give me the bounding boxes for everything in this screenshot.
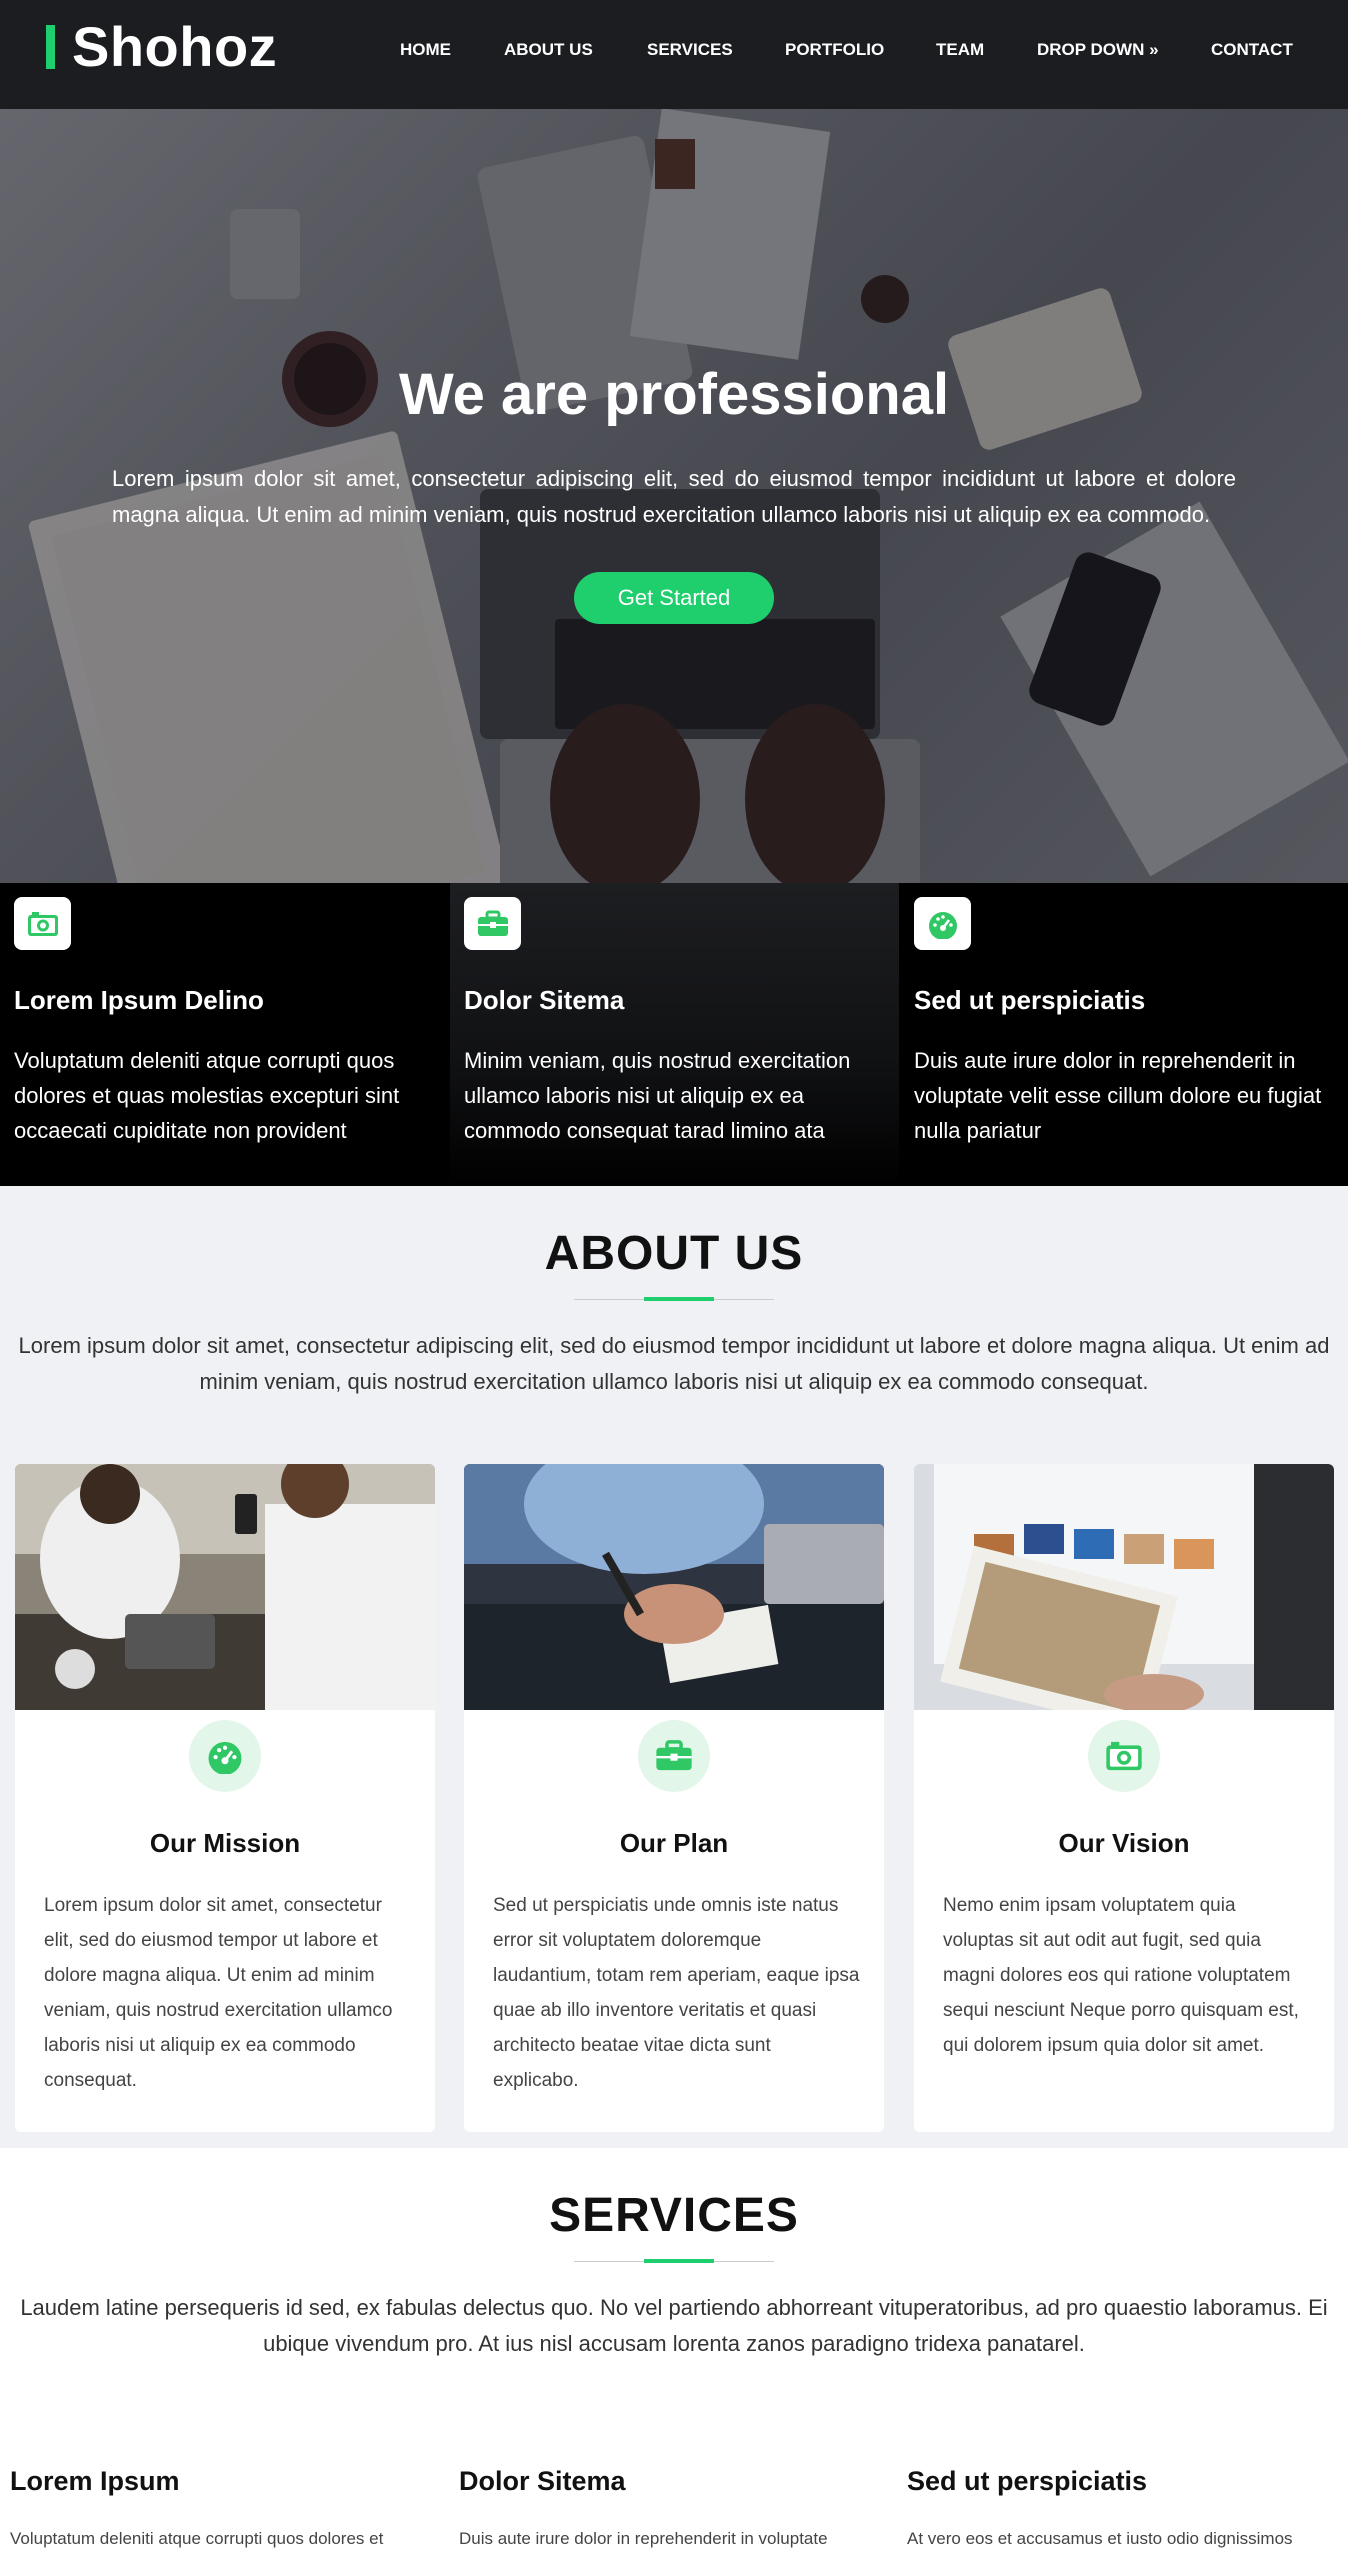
about-card: Our Plan Sed ut perspiciatis unde omnis … <box>464 1464 884 2132</box>
service-title: Dolor Sitema <box>459 2466 626 2496</box>
feature-text: Voluptatum deleniti atque corrupti quos … <box>14 1048 400 1143</box>
plan-image <box>464 1464 884 1710</box>
mission-image <box>15 1464 435 1710</box>
card-title: Our Plan <box>619 1828 729 1858</box>
service-title: Lorem Ipsum <box>10 2466 180 2496</box>
vision-image <box>914 1464 1334 1710</box>
camera-icon <box>1088 1720 1160 1792</box>
service-text: Duis aute irure dolor in reprehenderit i… <box>459 2529 828 2548</box>
hero-banner: We are professional Lorem ipsum dolor si… <box>0 109 1348 883</box>
about-section: ABOUT US Lorem ipsum dolor sit amet, con… <box>0 1186 1348 2148</box>
title-accent <box>644 2259 714 2263</box>
hero-description: Lorem ipsum dolor sit amet, consectetur … <box>112 466 1236 527</box>
feature-title: Lorem Ipsum Delino <box>14 985 264 1015</box>
feature-strip: Lorem Ipsum Delino Voluptatum deleniti a… <box>0 883 1348 1186</box>
card-text: Nemo enim ipsam voluptatem quia voluptas… <box>943 1895 1299 2056</box>
feature-text: Minim veniam, quis nostrud exercitation … <box>464 1048 851 1143</box>
feature-item: Dolor Sitema Minim veniam, quis nostrud … <box>450 883 899 1186</box>
nav-about-us[interactable]: ABOUT US <box>504 40 593 60</box>
card-text: Lorem ipsum dolor sit amet, consectetur … <box>44 1895 393 2091</box>
about-card: Our Vision Nemo enim ipsam voluptatem qu… <box>914 1464 1334 2132</box>
main-nav: HOME ABOUT US SERVICES PORTFOLIO TEAM DR… <box>0 40 1348 64</box>
briefcase-icon <box>638 1720 710 1792</box>
site-header: Shohoz HOME ABOUT US SERVICES PORTFOLIO … <box>0 0 1348 109</box>
title-accent <box>644 1297 714 1301</box>
card-title: Our Mission <box>149 1828 301 1858</box>
speedometer-icon <box>189 1720 261 1792</box>
camera-icon <box>14 897 71 950</box>
nav-services[interactable]: SERVICES <box>647 40 733 60</box>
services-section: SERVICES Laudem latine persequeris id se… <box>0 2148 1348 2569</box>
nav-drop-down[interactable]: DROP DOWN » <box>1037 40 1159 60</box>
briefcase-icon <box>464 897 521 950</box>
service-title: Sed ut perspiciatis <box>907 2466 1148 2496</box>
nav-contact[interactable]: CONTACT <box>1211 40 1293 60</box>
speedometer-icon <box>914 897 971 950</box>
section-lead: Laudem latine persequeris id sed, ex fab… <box>20 2295 1328 2356</box>
feature-item: Sed ut perspiciatis Duis aute irure dolo… <box>900 883 1348 1186</box>
feature-title: Sed ut perspiciatis <box>914 985 1146 1015</box>
service-text: Voluptatum deleniti atque corrupti quos … <box>10 2529 384 2548</box>
section-lead: Lorem ipsum dolor sit amet, consectetur … <box>18 1333 1330 1394</box>
nav-team[interactable]: TEAM <box>936 40 984 60</box>
card-text: Sed ut perspiciatis unde omnis iste natu… <box>493 1895 860 2091</box>
feature-title: Dolor Sitema <box>464 985 625 1015</box>
section-title: ABOUT US <box>544 1227 804 1280</box>
section-title: SERVICES <box>549 2189 799 2242</box>
get-started-button[interactable]: Get Started <box>574 572 774 624</box>
about-card: Our Mission Lorem ipsum dolor sit amet, … <box>15 1464 435 2132</box>
feature-text: Duis aute irure dolor in reprehenderit i… <box>914 1048 1322 1143</box>
feature-item: Lorem Ipsum Delino Voluptatum deleniti a… <box>0 883 449 1186</box>
service-text: At vero eos et accusamus et iusto odio d… <box>907 2529 1293 2548</box>
nav-portfolio[interactable]: PORTFOLIO <box>785 40 884 60</box>
hero-title: We are professional <box>398 362 950 427</box>
card-title: Our Vision <box>1058 1828 1190 1858</box>
nav-home[interactable]: HOME <box>400 40 451 60</box>
